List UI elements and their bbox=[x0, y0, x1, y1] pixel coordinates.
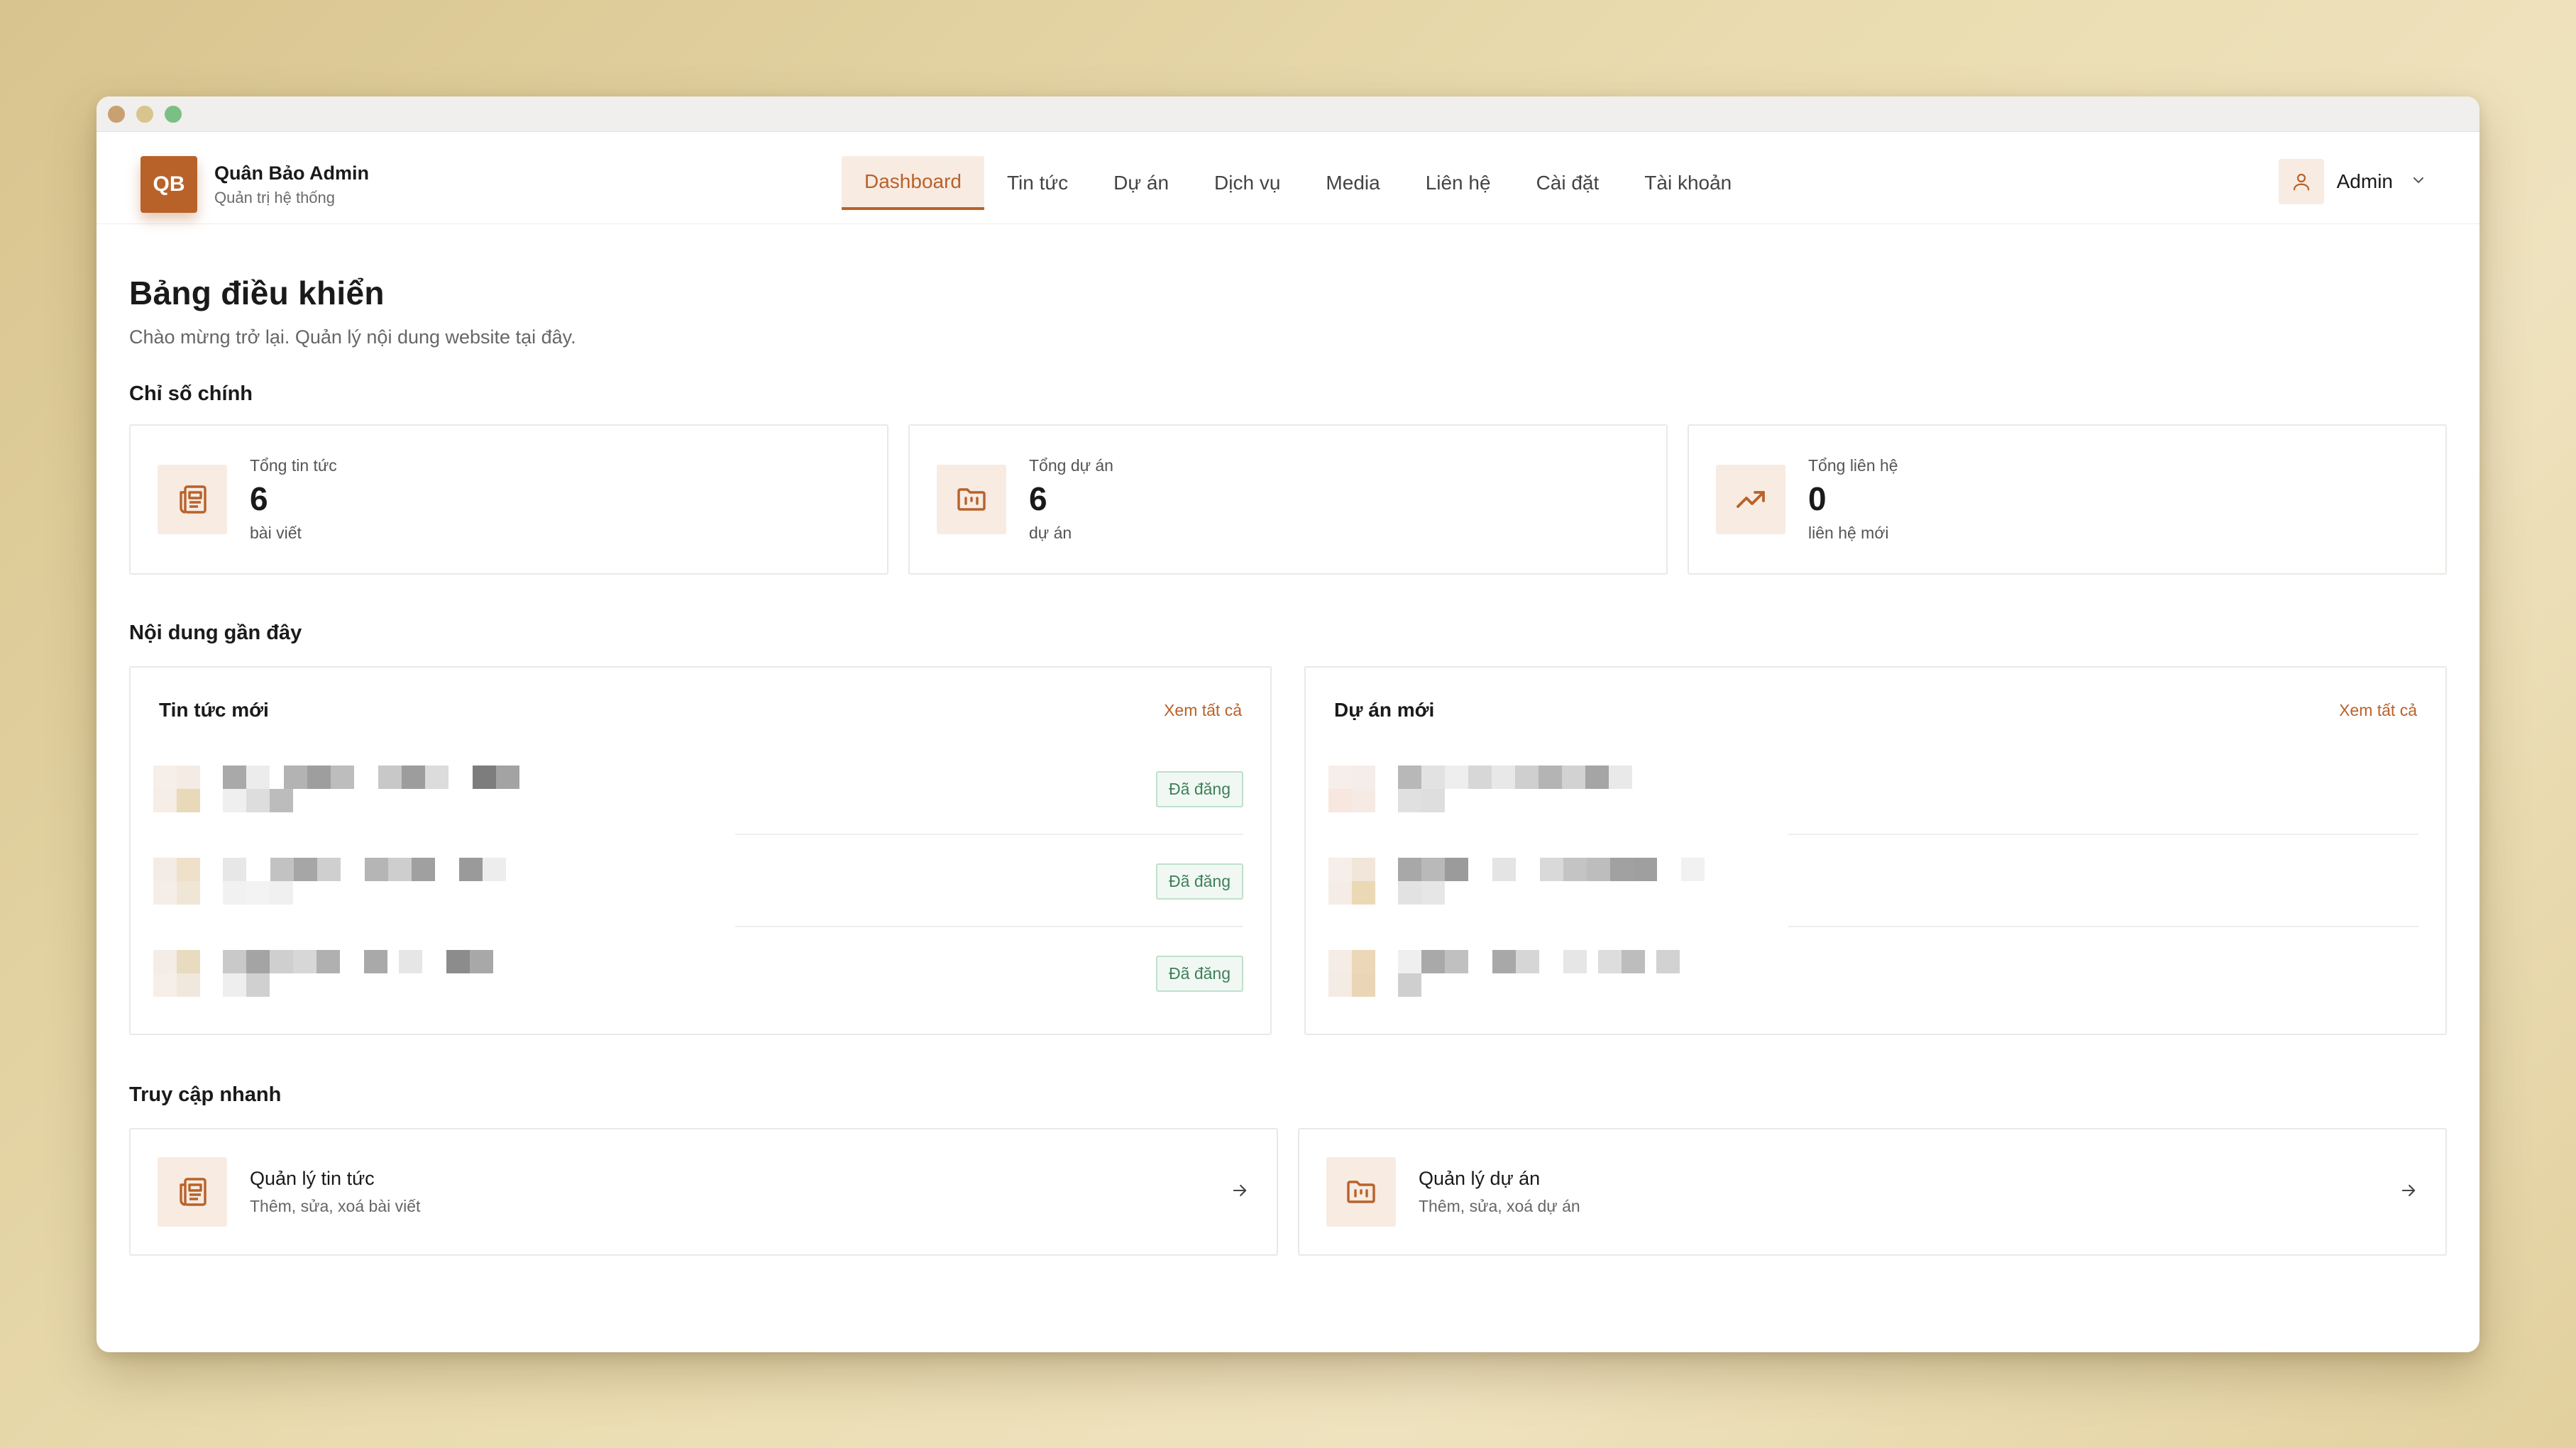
panel-title: Dự án mới bbox=[1334, 699, 1435, 721]
top-header: QB Quân Bảo Admin Quản trị hệ thống Dash… bbox=[97, 132, 2479, 224]
page-subtitle: Chào mừng trở lại. Quản lý nội dung webs… bbox=[129, 326, 576, 348]
nav-item-services[interactable]: Dịch vụ bbox=[1191, 156, 1303, 210]
status-badge: Đã đăng bbox=[1156, 863, 1243, 900]
nav-item-media[interactable]: Media bbox=[1303, 156, 1402, 210]
nav-item-contact[interactable]: Liên hệ bbox=[1403, 156, 1514, 210]
recent-section-title: Nội dung gần đây bbox=[129, 621, 302, 644]
recent-grid: Tin tức mới Xem tất cả Đã đăng Đã đăng Đ… bbox=[129, 666, 2447, 1035]
list-item[interactable] bbox=[1306, 743, 2445, 835]
nav-item-settings[interactable]: Cài đặt bbox=[1514, 156, 1622, 210]
status-badge: Đã đăng bbox=[1156, 770, 1243, 807]
trending-up-icon bbox=[1716, 465, 1785, 534]
recent-projects-panel: Dự án mới Xem tất cả bbox=[1304, 666, 2447, 1035]
recent-news-panel: Tin tức mới Xem tất cả Đã đăng Đã đăng Đ… bbox=[129, 666, 1272, 1035]
folder-icon bbox=[937, 465, 1006, 534]
stat-label: Tổng liên hệ bbox=[1808, 456, 1898, 475]
close-window-button[interactable] bbox=[108, 105, 125, 123]
quick-section-title: Truy cập nhanh bbox=[129, 1083, 282, 1106]
blurred-title bbox=[223, 950, 493, 997]
stat-value: 6 bbox=[250, 480, 268, 517]
quick-manage-projects[interactable]: Quản lý dự án Thêm, sửa, xoá dự án bbox=[1298, 1128, 2447, 1256]
quick-subtitle: Thêm, sửa, xoá dự án bbox=[1419, 1197, 1580, 1215]
stat-label: Tổng tin tức bbox=[250, 456, 337, 475]
blurred-title bbox=[1398, 858, 1705, 905]
quick-title: Quản lý dự án bbox=[1419, 1168, 1541, 1189]
main-nav: Dashboard Tin tức Dự án Dịch vụ Media Li… bbox=[842, 156, 1754, 210]
blurred-title bbox=[1398, 766, 1632, 812]
thumbnail bbox=[1328, 766, 1375, 812]
nav-item-projects[interactable]: Dự án bbox=[1091, 156, 1191, 210]
nav-item-news[interactable]: Tin tức bbox=[984, 156, 1091, 210]
list-item[interactable]: Đã đăng bbox=[131, 835, 1270, 927]
brand-logo: QB bbox=[141, 156, 197, 213]
quick-subtitle: Thêm, sửa, xoá bài viết bbox=[250, 1197, 421, 1215]
window-titlebar bbox=[97, 96, 2479, 132]
thumbnail bbox=[153, 950, 200, 997]
list-item[interactable]: Đã đăng bbox=[131, 927, 1270, 1019]
nav-item-account[interactable]: Tài khoản bbox=[1622, 156, 1754, 210]
stat-unit: dự án bbox=[1029, 524, 1072, 542]
panel-title: Tin tức mới bbox=[159, 699, 269, 721]
list-item[interactable]: Đã đăng bbox=[131, 743, 1270, 835]
list-item[interactable] bbox=[1306, 835, 2445, 927]
stat-card-contacts: Tổng liên hệ 0 liên hệ mới bbox=[1688, 424, 2447, 575]
stat-unit: bài viết bbox=[250, 524, 302, 542]
chevron-down-icon bbox=[2410, 172, 2427, 192]
nav-item-dashboard[interactable]: Dashboard bbox=[842, 156, 984, 210]
brand[interactable]: QB Quân Bảo Admin Quản trị hệ thống bbox=[141, 156, 369, 213]
stat-unit: liên hệ mới bbox=[1808, 524, 1889, 542]
blurred-title bbox=[223, 858, 506, 905]
stat-value: 0 bbox=[1808, 480, 1827, 517]
user-name: Admin bbox=[2336, 170, 2393, 192]
quick-manage-news[interactable]: Quản lý tin tức Thêm, sửa, xoá bài viết bbox=[129, 1128, 1278, 1256]
blurred-title bbox=[223, 766, 519, 812]
news-icon bbox=[158, 1157, 227, 1227]
stat-label: Tổng dự án bbox=[1029, 456, 1113, 475]
quick-title: Quản lý tin tức bbox=[250, 1168, 375, 1189]
thumbnail bbox=[153, 766, 200, 812]
user-menu[interactable]: Admin bbox=[2278, 159, 2427, 204]
quick-access-grid: Quản lý tin tức Thêm, sửa, xoá bài viết … bbox=[129, 1128, 2447, 1256]
thumbnail bbox=[1328, 858, 1375, 905]
view-all-projects-link[interactable]: Xem tất cả bbox=[2339, 701, 2417, 720]
user-icon bbox=[2278, 159, 2324, 204]
stat-value: 6 bbox=[1029, 480, 1047, 517]
view-all-news-link[interactable]: Xem tất cả bbox=[1164, 701, 1242, 720]
page-title: Bảng điều khiển bbox=[129, 275, 385, 311]
app-window: QB Quân Bảo Admin Quản trị hệ thống Dash… bbox=[97, 96, 2479, 1352]
list-item[interactable] bbox=[1306, 927, 2445, 1019]
minimize-window-button[interactable] bbox=[136, 105, 153, 123]
folder-icon bbox=[1326, 1157, 1396, 1227]
brand-name: Quân Bảo Admin bbox=[214, 162, 370, 184]
arrow-right-icon bbox=[1230, 1181, 1250, 1204]
thumbnail bbox=[153, 858, 200, 905]
thumbnail bbox=[1328, 950, 1375, 997]
maximize-window-button[interactable] bbox=[165, 105, 182, 123]
stat-card-news: Tổng tin tức 6 bài viết bbox=[129, 424, 888, 575]
arrow-right-icon bbox=[2399, 1181, 2418, 1204]
stats-section-title: Chỉ số chính bbox=[129, 382, 253, 405]
status-badge: Đã đăng bbox=[1156, 955, 1243, 992]
stat-card-projects: Tổng dự án 6 dự án bbox=[908, 424, 1668, 575]
stats-grid: Tổng tin tức 6 bài viết Tổng dự án 6 dự … bbox=[129, 424, 2447, 575]
main-content: Bảng điều khiển Chào mừng trở lại. Quản … bbox=[129, 274, 2447, 1256]
news-icon bbox=[158, 465, 227, 534]
brand-subtitle: Quản trị hệ thống bbox=[214, 188, 336, 206]
blurred-title bbox=[1398, 950, 1680, 997]
